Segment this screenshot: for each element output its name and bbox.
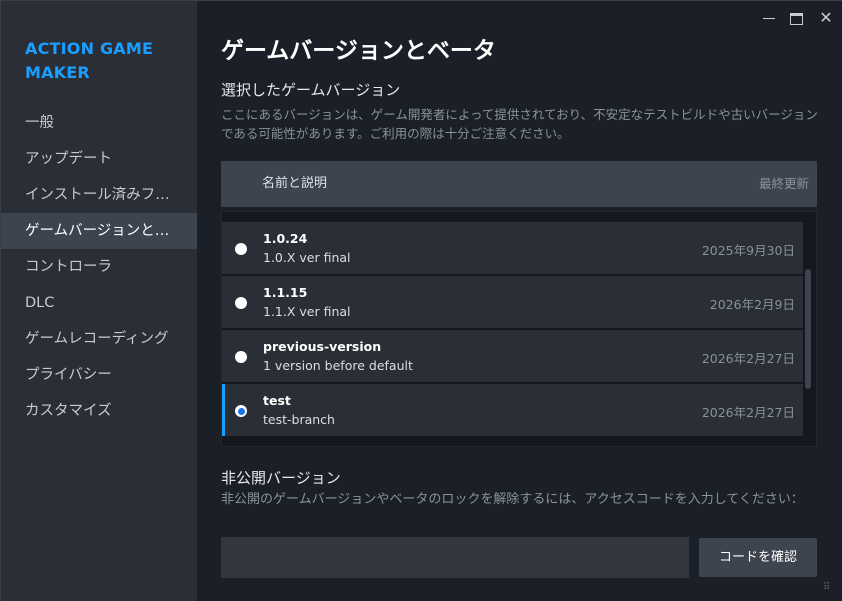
sidebar-item-game-versions-betas[interactable]: ゲームバージョンとベータ [1, 213, 197, 249]
version-name: 1.0.24 [263, 231, 308, 246]
sidebar-item-privacy[interactable]: プライバシー [1, 357, 197, 393]
radio-button[interactable] [235, 297, 247, 309]
version-row-selected[interactable]: test test-branch 2026年2月27日 [222, 384, 803, 436]
minimize-icon [763, 17, 775, 20]
versions-list: 1.0.24 1.0.X ver final 2025年9月30日 1.1.15… [221, 211, 817, 447]
access-code-input[interactable] [221, 537, 689, 578]
radio-button[interactable] [235, 351, 247, 363]
version-name: 1.1.15 [263, 285, 308, 300]
version-row[interactable]: previous-version 1 version before defaul… [222, 330, 803, 382]
version-date: 2026年2月9日 [709, 297, 795, 312]
radio-button-selected[interactable] [235, 405, 247, 417]
sidebar-item-installed-files[interactable]: インストール済みファイル [1, 177, 197, 213]
sidebar-item-controller[interactable]: コントローラ [1, 249, 197, 285]
settings-window: ACTION GAME MAKER 一般 アップデート インストール済みファイル… [0, 0, 842, 601]
section-description: ここにあるバージョンは、ゲーム開発者によって提供されており、不安定なテストビルド… [221, 107, 818, 141]
sidebar-item-updates[interactable]: アップデート [1, 141, 197, 177]
app-title: ACTION GAME MAKER [25, 39, 154, 82]
version-name: previous-version [263, 339, 382, 354]
sidebar-item-general[interactable]: 一般 [1, 105, 197, 141]
sidebar-item-game-recording[interactable]: ゲームレコーディング [1, 321, 197, 357]
version-date: 2026年2月27日 [701, 351, 795, 366]
sidebar: ACTION GAME MAKER 一般 アップデート インストール済みファイル… [1, 1, 197, 601]
version-description: 1 version before default [263, 358, 413, 373]
versions-table-header: 名前と説明 最終更新 [221, 161, 817, 207]
version-date: 2025年9月30日 [701, 243, 795, 258]
sidebar-item-customize[interactable]: カスタマイズ [1, 393, 197, 429]
section-title: 選択したゲームバージョン [221, 81, 401, 99]
close-button[interactable]: ✕ [812, 7, 840, 29]
radio-selected-dot [237, 407, 245, 415]
resize-grip-icon[interactable]: ⠿ [823, 583, 837, 598]
maximize-button[interactable] [782, 7, 810, 29]
column-header-last-updated: 最終更新 [758, 176, 809, 191]
version-description: 1.0.X ver final [263, 250, 351, 265]
private-version-description: 非公開のゲームバージョンやベータのロックを解除するには、アクセスコードを入力して… [221, 492, 804, 507]
column-header-name: 名前と説明 [262, 176, 328, 191]
confirm-code-button[interactable]: コードを確認 [699, 538, 817, 577]
minimize-button[interactable] [755, 7, 783, 29]
version-row[interactable]: 1.0.24 1.0.X ver final 2025年9月30日 [222, 222, 803, 274]
version-description: test-branch [263, 412, 335, 427]
version-description: 1.1.X ver final [263, 304, 351, 319]
radio-button[interactable] [235, 243, 247, 255]
sidebar-nav: 一般 アップデート インストール済みファイル ゲームバージョンとベータ コントロ… [1, 105, 197, 429]
page-title: ゲームバージョンとベータ [221, 38, 496, 64]
private-version-title: 非公開バージョン [221, 469, 341, 487]
version-name: test [263, 393, 291, 408]
version-row[interactable]: 1.1.15 1.1.X ver final 2026年2月9日 [222, 276, 803, 328]
list-scrollbar[interactable] [805, 269, 811, 389]
version-date: 2026年2月27日 [701, 405, 795, 420]
sidebar-item-dlc[interactable]: DLC [1, 285, 197, 321]
maximize-icon [789, 12, 803, 25]
close-icon: ✕ [819, 8, 833, 27]
